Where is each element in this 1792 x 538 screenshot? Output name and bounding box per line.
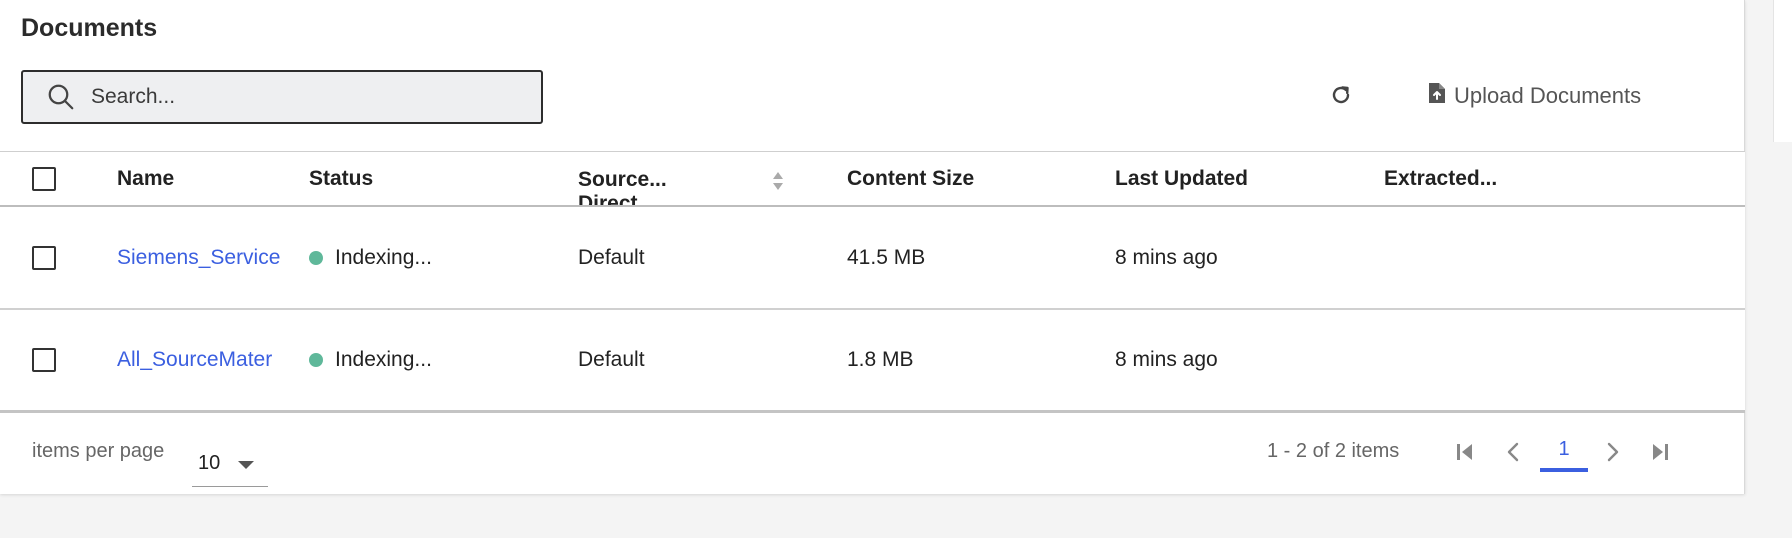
items-per-page-select[interactable]: 10 (192, 441, 268, 487)
column-header-status[interactable]: Status (309, 152, 549, 205)
source-cell: Default (578, 245, 645, 269)
column-header-source-line2: Direct... (578, 192, 656, 205)
refresh-button[interactable] (1326, 80, 1356, 114)
last-updated-cell: 8 mins ago (1115, 245, 1218, 269)
source-cell: Default (578, 348, 645, 371)
sort-icon[interactable] (770, 170, 786, 192)
upload-documents-label: Upload Documents (1454, 83, 1642, 108)
first-page-icon[interactable] (1450, 437, 1480, 467)
refresh-icon (1329, 83, 1353, 112)
adjacent-panel-edge (1773, 0, 1792, 142)
column-header-name[interactable]: Name (117, 152, 285, 205)
items-per-page-label: items per page (32, 440, 165, 462)
upload-file-icon (1428, 82, 1446, 110)
select-all-cell (29, 152, 59, 205)
documents-panel: Documents Upload Documents Name Status S… (0, 0, 1745, 494)
column-header-last-updated[interactable]: Last Updated (1115, 152, 1355, 205)
content-size-cell: 1.8 MB (847, 348, 914, 371)
column-header-content-size[interactable]: Content Size (847, 152, 1087, 205)
document-name-link[interactable]: Siemens_Service (117, 246, 280, 270)
status-text: Indexing... (335, 348, 432, 371)
row-checkbox[interactable] (32, 245, 56, 270)
select-all-checkbox[interactable] (32, 166, 56, 191)
prev-page-icon[interactable] (1498, 437, 1528, 467)
extracted-cell (1384, 207, 1624, 308)
row-checkbox[interactable] (32, 348, 56, 372)
search-input[interactable] (91, 85, 511, 109)
upload-documents-button[interactable]: Upload Documents (1428, 79, 1641, 113)
table-row[interactable]: Siemens_Service Indexing... Default 41.5… (0, 207, 1745, 310)
document-name-link[interactable]: All_SourceMater (117, 348, 272, 372)
document-name-cell: All_SourceMater (117, 310, 285, 410)
last-page-icon[interactable] (1645, 437, 1675, 467)
current-page-button[interactable]: 1 (1540, 434, 1588, 472)
status-cell: Indexing... (309, 310, 549, 410)
last-updated-cell: 8 mins ago (1115, 348, 1218, 371)
status-dot (309, 353, 323, 367)
column-header-extracted[interactable]: Extracted... (1384, 152, 1624, 205)
items-per-page-value: 10 (198, 452, 221, 474)
content-size-cell: 41.5 MB (847, 245, 926, 269)
chevron-down-icon (238, 461, 254, 469)
table-header: Name Status Source... Direct... Content … (0, 151, 1745, 207)
search-box[interactable] (21, 70, 543, 124)
pagination-bar: items per page 10 1 - 2 of 2 items 1 (0, 411, 1745, 493)
extracted-cell (1384, 310, 1624, 410)
status-text: Indexing... (335, 245, 432, 269)
documents-table: Name Status Source... Direct... Content … (0, 151, 1745, 413)
document-name-cell: Siemens_Service (117, 207, 285, 308)
pagination-range: 1 - 2 of 2 items (1267, 440, 1400, 462)
page-title: Documents (21, 14, 158, 42)
column-header-source-line1: Source... (578, 168, 667, 191)
search-icon (43, 79, 79, 115)
status-cell: Indexing... (309, 207, 549, 308)
column-header-source[interactable]: Source... Direct... (578, 152, 708, 205)
table-row[interactable]: All_SourceMater Indexing... Default 1.8 … (0, 310, 1745, 413)
status-dot (309, 250, 323, 265)
next-page-icon[interactable] (1598, 437, 1628, 467)
row-select-cell (29, 310, 59, 410)
row-select-cell (29, 207, 59, 308)
